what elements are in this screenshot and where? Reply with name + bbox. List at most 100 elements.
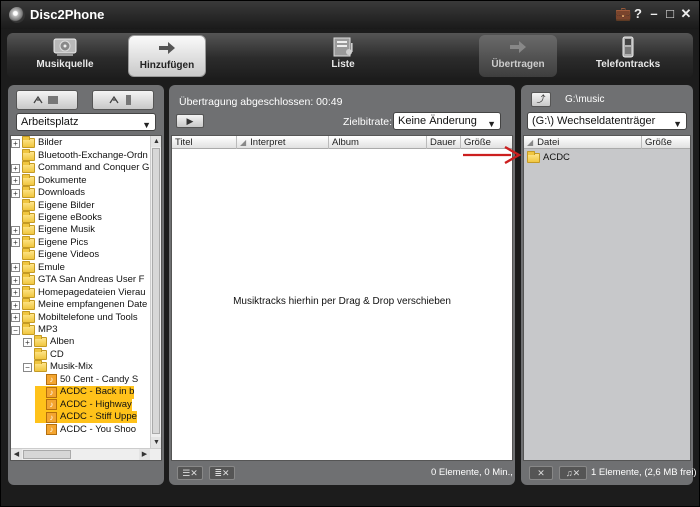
refresh-button[interactable] bbox=[16, 90, 78, 110]
tree-item[interactable]: − MP3 bbox=[11, 323, 58, 337]
tree-item-label: MP3 bbox=[38, 324, 58, 335]
column-datei[interactable]: ◢ Datei bbox=[524, 136, 642, 149]
tree-item[interactable]: ♪ ACDC - You Shoo bbox=[35, 423, 136, 436]
chevron-down-icon: ▼ bbox=[673, 119, 682, 129]
tree-item[interactable]: ♪ ACDC - Highway bbox=[35, 398, 132, 411]
scroll-up-icon[interactable]: ▲ bbox=[151, 136, 161, 147]
column-groesse[interactable]: Größe bbox=[642, 136, 692, 149]
expand-icon[interactable]: + bbox=[11, 238, 20, 248]
toolbox-icon[interactable]: 💼 bbox=[615, 6, 631, 22]
tree-item[interactable]: + Dokumente bbox=[11, 173, 87, 187]
vertical-scrollbar[interactable]: ▲ ▼ bbox=[150, 136, 161, 448]
expand-icon[interactable]: + bbox=[11, 225, 20, 235]
expand-icon[interactable]: + bbox=[11, 313, 20, 323]
remove-list-icon: ☰✕ bbox=[182, 468, 198, 478]
expand-icon[interactable]: + bbox=[11, 176, 20, 186]
remove-selected-button[interactable]: ☰✕ bbox=[177, 466, 203, 480]
tree-item[interactable]: + Alben bbox=[23, 335, 75, 349]
tree-item[interactable]: − Musik-Mix bbox=[23, 360, 93, 374]
tree-item[interactable]: Bluetooth-Exchange-Ordn bbox=[11, 148, 148, 162]
expand-icon[interactable]: + bbox=[11, 138, 20, 148]
tool-hinzufuegen[interactable]: Hinzufügen bbox=[128, 35, 206, 77]
expand-icon[interactable]: + bbox=[11, 300, 20, 310]
minimize-button[interactable]: – bbox=[647, 6, 661, 22]
tool-uebertragen[interactable]: Übertragen bbox=[479, 35, 557, 77]
close-button[interactable]: ✕ bbox=[679, 6, 693, 22]
source-select[interactable]: Arbeitsplatz ▼ bbox=[16, 113, 156, 131]
app-title: Disc2Phone bbox=[30, 7, 105, 22]
tree-item[interactable]: ♪ 50 Cent - Candy S bbox=[35, 374, 138, 387]
column-dauer[interactable]: Dauer bbox=[427, 136, 461, 149]
tree-item[interactable]: Eigene Bilder bbox=[11, 198, 95, 212]
phone-panel: ⤴ G:\music (G:\) Wechseldatenträger ▼ ◢ D… bbox=[521, 85, 697, 485]
folder-up-button[interactable]: ⤴ bbox=[531, 92, 551, 107]
tool-liste[interactable]: Liste bbox=[307, 35, 379, 77]
column-titel[interactable]: Titel bbox=[172, 136, 237, 149]
source-panel: Arbeitsplatz ▼ + Bilder Bluetooth-Exchange… bbox=[8, 85, 164, 485]
horizontal-scrollbar[interactable]: ◀ ▶ bbox=[11, 448, 161, 460]
bitrate-select[interactable]: Keine Änderung ▼ bbox=[393, 112, 501, 130]
tree-item[interactable]: + GTA San Andreas User F bbox=[11, 273, 144, 287]
expand-icon[interactable]: + bbox=[23, 337, 32, 347]
scroll-thumb[interactable] bbox=[152, 148, 160, 434]
delete-icon: ✕ bbox=[537, 468, 545, 478]
tree-item[interactable]: Eigene Videos bbox=[11, 248, 99, 262]
delete-music-button[interactable]: ♫✕ bbox=[559, 466, 587, 480]
tree-item-label: Emule bbox=[38, 261, 65, 273]
track-table[interactable]: Titel ◢ Interpret Album Dauer Größe Musik… bbox=[171, 135, 513, 461]
drive-icon bbox=[25, 35, 105, 59]
tree-item[interactable]: + Meine empfangenen Date bbox=[11, 298, 147, 312]
folder-icon bbox=[22, 310, 35, 323]
column-interpret-label: Interpret bbox=[250, 137, 286, 148]
clear-list-icon: ≣✕ bbox=[214, 468, 230, 478]
file-name: ACDC bbox=[543, 152, 570, 164]
tree-item[interactable]: Eigene eBooks bbox=[11, 210, 102, 225]
clear-list-button[interactable]: ≣✕ bbox=[209, 466, 235, 480]
file-row[interactable]: ACDC bbox=[527, 151, 570, 165]
tree-item[interactable]: ♪ ACDC - Stiff Uppe bbox=[35, 410, 137, 424]
tree-item[interactable]: + Eigene Pics bbox=[11, 235, 89, 250]
drive-select[interactable]: (G:\) Wechseldatenträger ▼ bbox=[527, 112, 687, 130]
tree-item[interactable]: CD bbox=[23, 347, 64, 362]
tool-musikquelle[interactable]: Musikquelle bbox=[25, 35, 105, 77]
music-file-icon: ♪ bbox=[46, 399, 57, 411]
delete-button[interactable]: ✕ bbox=[529, 466, 553, 480]
tree-item-label: Eigene Pics bbox=[38, 236, 89, 248]
browse-button[interactable] bbox=[92, 90, 154, 110]
scroll-right-icon[interactable]: ▶ bbox=[139, 449, 150, 460]
collapse-icon[interactable]: − bbox=[23, 362, 32, 372]
help-button[interactable]: ? bbox=[631, 6, 645, 22]
tree-item[interactable]: + Homepagedateien Vierau bbox=[11, 285, 146, 299]
tool-label: Musikquelle bbox=[36, 59, 94, 70]
tree-item[interactable]: ♪ ACDC - Back in b bbox=[35, 386, 135, 399]
tree-item[interactable]: + Downloads bbox=[11, 186, 85, 200]
tree-item[interactable]: + Bilder bbox=[11, 136, 62, 150]
tree-item[interactable]: + Command and Conquer G bbox=[11, 161, 149, 175]
tree-item-label: CD bbox=[50, 348, 64, 360]
maximize-button[interactable]: □ bbox=[663, 6, 677, 22]
scroll-left-icon[interactable]: ◀ bbox=[11, 449, 22, 460]
tree-item-label: Alben bbox=[50, 336, 75, 348]
expand-icon[interactable]: + bbox=[11, 163, 20, 173]
phone-file-table[interactable]: ◢ Datei Größe ACDC bbox=[523, 135, 691, 461]
chevron-down-icon: ▼ bbox=[487, 119, 496, 129]
scroll-down-icon[interactable]: ▼ bbox=[151, 437, 161, 448]
collapse-icon[interactable]: − bbox=[11, 325, 20, 335]
tool-telefontracks[interactable]: Telefontracks bbox=[589, 35, 667, 77]
column-interpret[interactable]: ◢ Interpret bbox=[237, 136, 329, 149]
expand-icon[interactable]: + bbox=[11, 275, 20, 285]
folder-icon bbox=[22, 210, 35, 223]
play-button[interactable]: ▶ bbox=[176, 114, 204, 128]
tool-label: Telefontracks bbox=[595, 59, 661, 70]
column-album[interactable]: Album bbox=[329, 136, 427, 149]
tree-item[interactable]: + Eigene Musik bbox=[11, 223, 95, 237]
scroll-thumb-horizontal[interactable] bbox=[23, 450, 71, 459]
expand-icon[interactable]: + bbox=[11, 263, 20, 273]
expand-icon[interactable]: + bbox=[11, 188, 20, 198]
tree-item[interactable]: + Mobiltelefone und Tools bbox=[11, 310, 138, 324]
expand-icon[interactable]: + bbox=[11, 288, 20, 298]
tree-item[interactable]: + Emule bbox=[11, 260, 65, 275]
tree-item-label: ACDC - You Shoo bbox=[60, 423, 137, 435]
